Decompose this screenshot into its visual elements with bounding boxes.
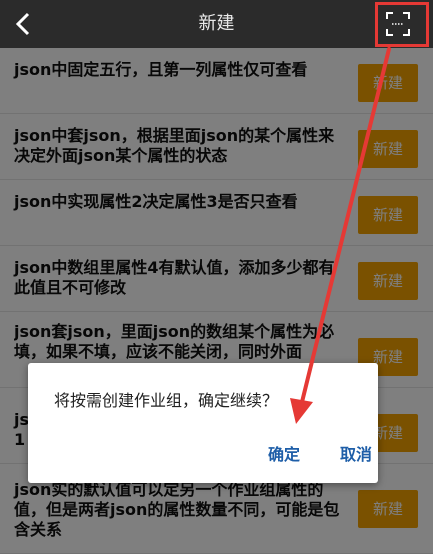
page-title: 新建 — [198, 13, 235, 34]
confirm-button[interactable]: 确定 — [256, 441, 312, 469]
app-header: 新建 — [0, 0, 433, 48]
cancel-button[interactable]: 取消 — [328, 441, 384, 469]
dialog-message: 将按需创建作业组，确定继续？ — [54, 391, 279, 410]
annotation-highlight-box — [375, 2, 429, 47]
confirm-dialog: 将按需创建作业组，确定继续？ 确定 取消 — [28, 363, 378, 483]
